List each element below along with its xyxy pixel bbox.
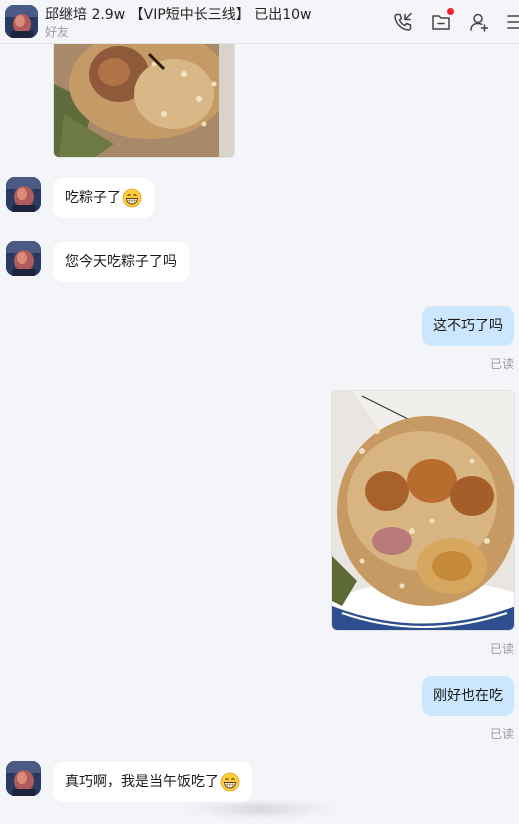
read-status: 已读	[489, 727, 514, 741]
add-user-icon[interactable]	[468, 11, 490, 33]
read-status: 已读	[489, 642, 514, 656]
read-status: 已读	[489, 357, 514, 371]
grin-emoji-icon	[220, 772, 240, 792]
sender-avatar[interactable]	[6, 177, 41, 212]
grin-emoji-icon	[122, 188, 142, 208]
outgoing-photo[interactable]	[331, 390, 515, 631]
message-bubble-incoming[interactable]: 吃粽子了	[53, 178, 154, 218]
message-bubble-incoming[interactable]: 您今天吃粽子了吗	[53, 242, 189, 282]
phone-icon[interactable]	[392, 11, 414, 33]
folder-icon[interactable]	[430, 8, 454, 33]
contact-name: 邱继培 2.9w 【VIP短中长三线】 已出10w	[45, 7, 312, 23]
message-bubble-outgoing[interactable]: 这不巧了吗	[422, 306, 514, 346]
blurred-watermark	[185, 803, 335, 815]
more-menu-icon[interactable]	[505, 11, 519, 33]
chat-header: 邱继培 2.9w 【VIP短中长三线】 已出10w 好友	[0, 0, 519, 44]
message-bubble-outgoing[interactable]: 刚好也在吃	[422, 676, 514, 716]
message-text: 吃粽子了	[65, 190, 121, 206]
message-text: 这不巧了吗	[433, 318, 503, 334]
message-bubble-incoming[interactable]: 真巧啊，我是当午饭吃了	[53, 762, 252, 802]
incoming-photo[interactable]	[53, 44, 235, 158]
contact-relation: 好友	[45, 25, 70, 39]
notification-dot	[447, 8, 454, 15]
sender-avatar[interactable]	[6, 241, 41, 276]
contact-avatar[interactable]	[5, 5, 38, 38]
message-text: 真巧啊，我是当午饭吃了	[65, 774, 219, 790]
message-text: 刚好也在吃	[433, 688, 503, 704]
sender-avatar[interactable]	[6, 761, 41, 796]
message-text: 您今天吃粽子了吗	[65, 254, 177, 270]
